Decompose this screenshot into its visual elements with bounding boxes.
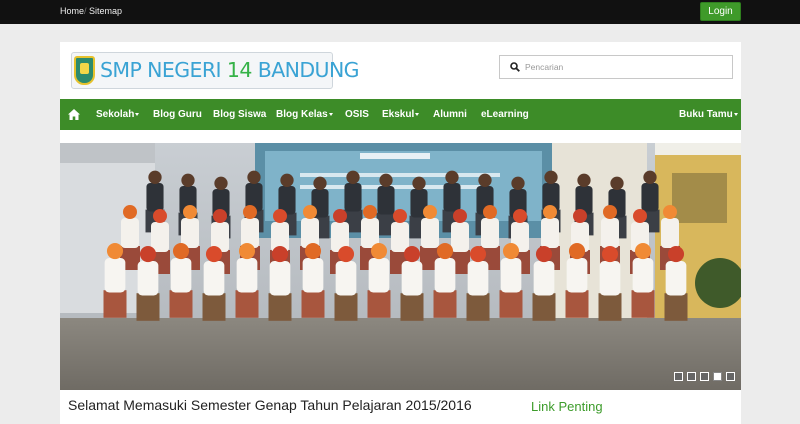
caret-down-icon xyxy=(733,112,738,116)
top-bar: Home / Sitemap Login xyxy=(0,0,800,24)
slide-dot-5[interactable] xyxy=(726,372,735,381)
nav-item-blog-guru[interactable]: Blog Guru xyxy=(153,99,202,130)
search-icon[interactable] xyxy=(510,62,520,72)
group-photo-slide xyxy=(60,143,741,390)
nav-item-blog-siswa[interactable]: Blog Siswa xyxy=(213,99,266,130)
image-slider[interactable] xyxy=(60,143,741,390)
slide-dot-2[interactable] xyxy=(687,372,696,381)
caret-down-icon xyxy=(135,112,140,116)
slide-dot-4[interactable] xyxy=(713,372,722,381)
nav-item-sekolah[interactable]: Sekolah xyxy=(96,99,140,130)
nav-item-blog-kelas[interactable]: Blog Kelas xyxy=(276,99,333,130)
home-link[interactable]: Home xyxy=(60,6,84,16)
logo-title: SMP NEGERI 14 BANDUNG xyxy=(100,58,360,82)
nav-item-buku-tamu[interactable]: Buku Tamu xyxy=(679,99,738,130)
slide-dot-3[interactable] xyxy=(700,372,709,381)
news-headline[interactable]: Selamat Memasuki Semester Genap Tahun Pe… xyxy=(68,397,472,413)
search-box xyxy=(499,55,733,79)
nav-item-ekskul[interactable]: Ekskul xyxy=(382,99,420,130)
nav-item-osis[interactable]: OSIS xyxy=(345,99,369,130)
nav-item-elearning[interactable]: eLearning xyxy=(481,99,529,130)
caret-down-icon xyxy=(328,112,333,116)
link-separator: / xyxy=(84,6,87,16)
home-icon[interactable] xyxy=(68,109,80,120)
link-penting-heading: Link Penting xyxy=(531,399,603,414)
caret-down-icon xyxy=(415,112,420,116)
login-button[interactable]: Login xyxy=(700,2,741,21)
main-navbar: Sekolah Blog Guru Blog Siswa Blog Kelas … xyxy=(60,99,741,130)
search-input[interactable] xyxy=(525,59,725,75)
nav-item-alumni[interactable]: Alumni xyxy=(433,99,467,130)
main-container: SMP NEGERI 14 BANDUNG Sekolah Blog Guru … xyxy=(60,42,741,424)
sitemap-link[interactable]: Sitemap xyxy=(89,6,122,16)
slide-dot-1[interactable] xyxy=(674,372,683,381)
school-emblem-icon xyxy=(74,56,95,85)
school-logo[interactable]: SMP NEGERI 14 BANDUNG xyxy=(71,52,360,89)
